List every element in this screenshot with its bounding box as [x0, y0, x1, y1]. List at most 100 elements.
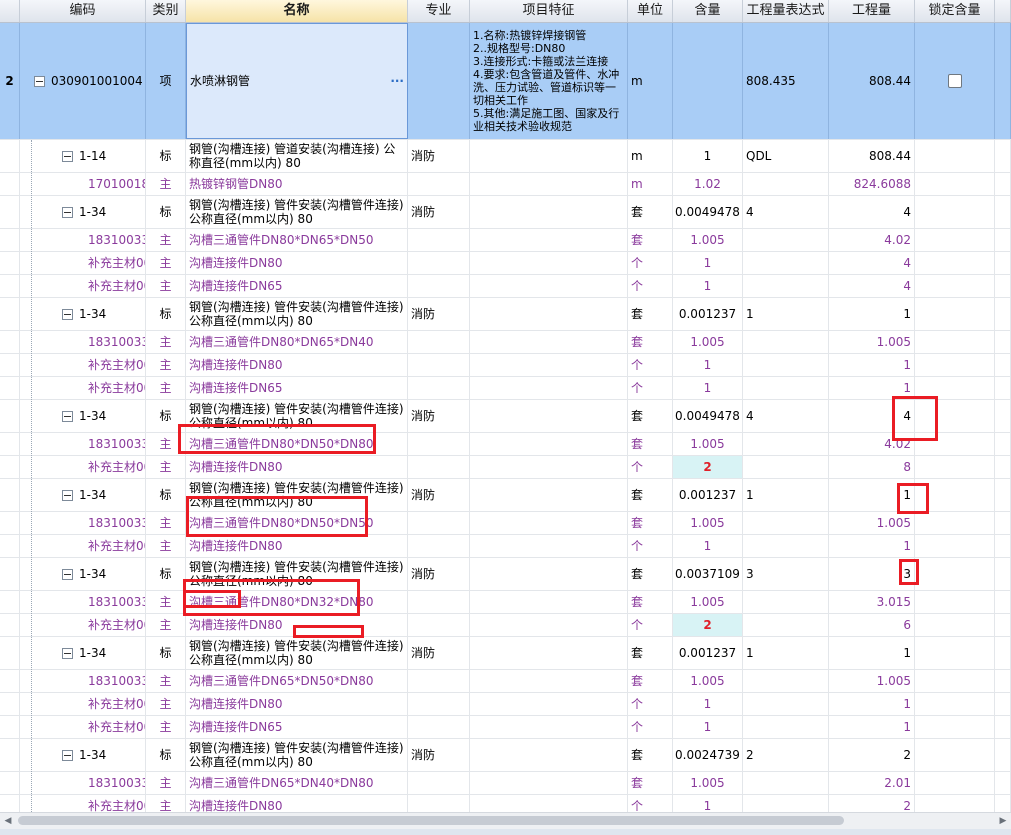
collapse-icon[interactable]: [34, 75, 45, 87]
row-content[interactable]: 0.001237: [673, 479, 743, 511]
row-content[interactable]: 1.005: [673, 229, 743, 251]
row-content[interactable]: 1: [673, 354, 743, 376]
row-name[interactable]: 钢管(沟槽连接) 管道安装(沟槽连接) 公称直径(mm以内) 80: [186, 140, 408, 172]
header-code[interactable]: 编码: [20, 0, 146, 22]
table-row[interactable]: 补充主材00···主沟槽连接件DN65 个1 4: [0, 275, 1011, 298]
row-content[interactable]: 0.001237: [673, 637, 743, 669]
table-row[interactable]: 18310033@97主沟槽三通管件DN80*DN50*DN80套1.0054.…: [0, 433, 1011, 456]
table-row[interactable]: 补充主材00···主沟槽连接件DN65个11: [0, 716, 1011, 739]
row-content[interactable]: 1: [673, 252, 743, 274]
row-major: 消防: [408, 400, 470, 432]
row-name[interactable]: 沟槽连接件DN80: [186, 535, 408, 557]
table-row[interactable]: 1-34 标钢管(沟槽连接) 管件安装(沟槽管件连接) 公称直径(mm以内) 80…: [0, 479, 1011, 512]
row-content[interactable]: 1: [673, 693, 743, 715]
collapse-icon[interactable]: [62, 489, 73, 501]
row-name[interactable]: 沟槽连接件DN80: [186, 354, 408, 376]
row-name[interactable]: 沟槽连接件DN80: [186, 252, 408, 274]
row-content[interactable]: 1.005: [673, 512, 743, 534]
row-content[interactable]: 2: [673, 456, 743, 478]
table-row[interactable]: 18310033@101主沟槽三通管件DN65*DN50*DN80套1.0051…: [0, 670, 1011, 693]
row-name[interactable]: 钢管(沟槽连接) 管件安装(沟槽管件连接) 公称直径(mm以内) 80: [186, 739, 408, 771]
row-name[interactable]: 沟槽三通管件DN65*DN40*DN80: [186, 772, 408, 794]
row-name[interactable]: 沟槽连接件DN65: [186, 716, 408, 738]
row-content[interactable]: 1.005: [673, 591, 743, 613]
row-expr: [743, 772, 829, 794]
table-row[interactable]: 1-34 标钢管(沟槽连接) 管件安装(沟槽管件连接) 公称直径(mm以内) 80…: [0, 196, 1011, 229]
row-content[interactable]: 0.0049478: [673, 400, 743, 432]
row-name[interactable]: 钢管(沟槽连接) 管件安装(沟槽管件连接) 公称直径(mm以内) 80: [186, 298, 408, 330]
item-expr: 808.435: [743, 23, 829, 139]
row-name[interactable]: 钢管(沟槽连接) 管件安装(沟槽管件连接) 公称直径(mm以内) 80: [186, 637, 408, 669]
table-row[interactable]: 17010018-1@4主热镀锌钢管DN80 m1.02 824.6088: [0, 173, 1011, 196]
item-name-cell[interactable]: 水喷淋钢管 ···: [186, 23, 408, 139]
table-row[interactable]: 18310033@95主沟槽三通管件DN80*DN65*DN50 套1.005 4.…: [0, 229, 1011, 252]
row-name[interactable]: 沟槽连接件DN65: [186, 377, 408, 399]
header-major[interactable]: 专业: [408, 0, 470, 22]
scroll-thumb[interactable]: [18, 816, 844, 825]
scroll-left-icon[interactable]: ◀: [2, 815, 14, 827]
table-row[interactable]: 18310033@99主沟槽三通管件DN80*DN32*DN80套1.0053.…: [0, 591, 1011, 614]
table-row[interactable]: 补充主材00···主沟槽连接件DN80个26: [0, 614, 1011, 637]
row-content[interactable]: 1: [673, 140, 743, 172]
table-row[interactable]: 补充主材00···主沟槽连接件DN80个11: [0, 535, 1011, 558]
collapse-icon[interactable]: [62, 206, 73, 218]
table-row[interactable]: 1-34 标钢管(沟槽连接) 管件安装(沟槽管件连接) 公称直径(mm以内) 80…: [0, 739, 1011, 772]
table-row[interactable]: 1-34 标钢管(沟槽连接) 管件安装(沟槽管件连接) 公称直径(mm以内) 80…: [0, 637, 1011, 670]
table-row[interactable]: 1-34 标钢管(沟槽连接) 管件安装(沟槽管件连接) 公称直径(mm以内) 80…: [0, 400, 1011, 433]
row-content[interactable]: 1: [673, 275, 743, 297]
lock-checkbox[interactable]: [947, 74, 962, 88]
row-content[interactable]: 1.005: [673, 433, 743, 455]
row-name[interactable]: 沟槽三通管件DN80*DN65*DN40: [186, 331, 408, 353]
table-row[interactable]: 18310033@102主沟槽三通管件DN65*DN40*DN80 套1.005 2…: [0, 772, 1011, 795]
scroll-right-icon[interactable]: ▶: [997, 815, 1009, 827]
row-name[interactable]: 热镀锌钢管DN80: [186, 173, 408, 195]
header-name[interactable]: 名称: [186, 0, 408, 22]
row-name[interactable]: 沟槽三通管件DN80*DN65*DN50: [186, 229, 408, 251]
row-major: [408, 229, 470, 251]
row-content[interactable]: 0.0049478: [673, 196, 743, 228]
row-name[interactable]: 钢管(沟槽连接) 管件安装(沟槽管件连接) 公称直径(mm以内) 80: [186, 196, 408, 228]
row-name[interactable]: 沟槽连接件DN80: [186, 693, 408, 715]
collapse-icon[interactable]: [62, 568, 73, 580]
table-row[interactable]: 18310033@96主沟槽三通管件DN80*DN65*DN40套1.0051.…: [0, 331, 1011, 354]
row-name[interactable]: 沟槽三通管件DN65*DN50*DN80: [186, 670, 408, 692]
row-content[interactable]: 1.005: [673, 331, 743, 353]
collapse-icon[interactable]: [62, 647, 73, 659]
row-content[interactable]: 0.0024739: [673, 739, 743, 771]
collapse-icon[interactable]: [62, 150, 73, 162]
row-content[interactable]: 1: [673, 377, 743, 399]
row-content[interactable]: 0.0037109: [673, 558, 743, 590]
table-row[interactable]: 补充主材00···主沟槽连接件DN65个11: [0, 377, 1011, 400]
collapse-icon[interactable]: [62, 308, 73, 320]
header-qty[interactable]: 工程量: [829, 0, 915, 22]
row-content[interactable]: 1.005: [673, 670, 743, 692]
table-row[interactable]: 补充主材00···主沟槽连接件DN80个11: [0, 693, 1011, 716]
table-row[interactable]: 1-34 标钢管(沟槽连接) 管件安装(沟槽管件连接) 公称直径(mm以内) 80…: [0, 298, 1011, 331]
table-row[interactable]: 1-34 标钢管(沟槽连接) 管件安装(沟槽管件连接) 公称直径(mm以内) 80…: [0, 558, 1011, 591]
header-unit[interactable]: 单位: [628, 0, 673, 22]
row-content[interactable]: 1: [673, 535, 743, 557]
header-lock[interactable]: 锁定含量: [915, 0, 995, 22]
row-content[interactable]: 1.005: [673, 772, 743, 794]
table-row[interactable]: 补充主材00···主沟槽连接件DN80个11: [0, 354, 1011, 377]
table-row[interactable]: 1-14 标钢管(沟槽连接) 管道安装(沟槽连接) 公称直径(mm以内) 80 消防…: [0, 140, 1011, 173]
table-row[interactable]: 18310033@98主沟槽三通管件DN80*DN50*DN50套1.0051.…: [0, 512, 1011, 535]
row-content[interactable]: 1.02: [673, 173, 743, 195]
row-content[interactable]: 2: [673, 614, 743, 636]
row-name[interactable]: 沟槽连接件DN80: [186, 456, 408, 478]
collapse-icon[interactable]: [62, 410, 73, 422]
header-content[interactable]: 含量: [673, 0, 743, 22]
collapse-icon[interactable]: [62, 749, 73, 761]
row-name[interactable]: 沟槽连接件DN65: [186, 275, 408, 297]
table-row[interactable]: 补充主材00···主沟槽连接件DN80 个1 4: [0, 252, 1011, 275]
more-button[interactable]: ···: [390, 74, 404, 88]
header-features[interactable]: 项目特征: [470, 0, 628, 22]
row-content[interactable]: 1: [673, 716, 743, 738]
table-row[interactable]: 补充主材00···主沟槽连接件DN80 个2 8: [0, 456, 1011, 479]
header-expr[interactable]: 工程量表达式: [743, 0, 829, 22]
row-content[interactable]: 0.001237: [673, 298, 743, 330]
list-item-row[interactable]: 2 030901001004 项 水喷淋钢管 ··· 1.名称:热镀锌焊接钢管 …: [0, 23, 1011, 140]
header-type[interactable]: 类别: [146, 0, 186, 22]
row-filler: [995, 23, 1011, 139]
horizontal-scrollbar[interactable]: ◀ ▶: [0, 812, 1011, 829]
